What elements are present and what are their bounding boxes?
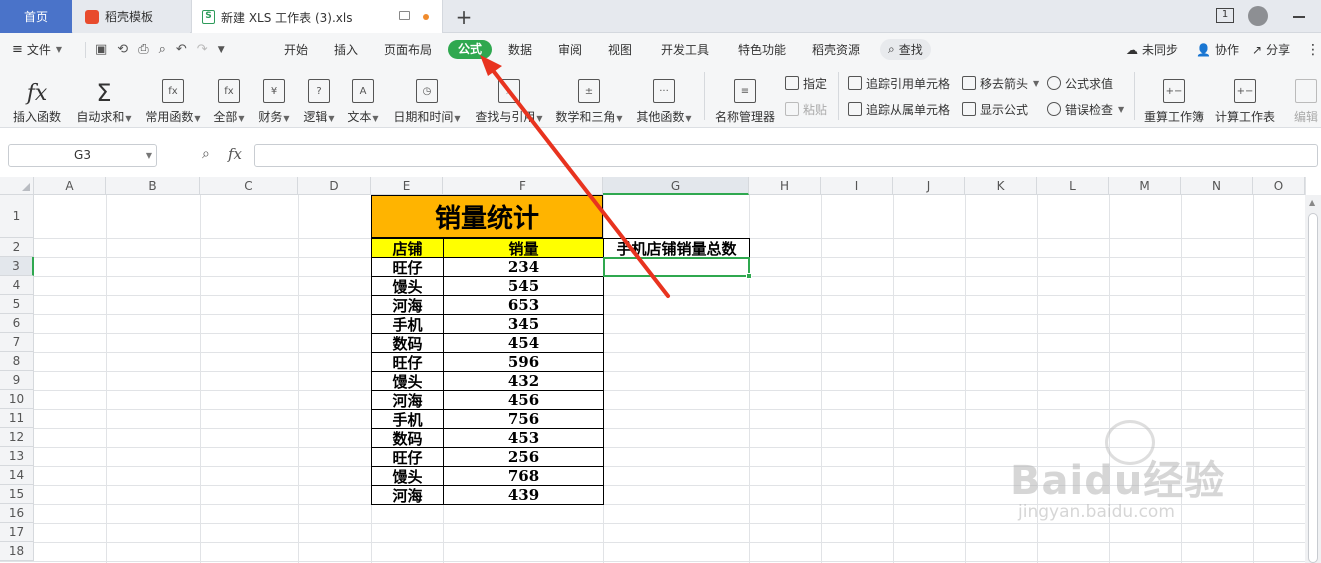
annotation-arrow-icon [480,55,670,298]
